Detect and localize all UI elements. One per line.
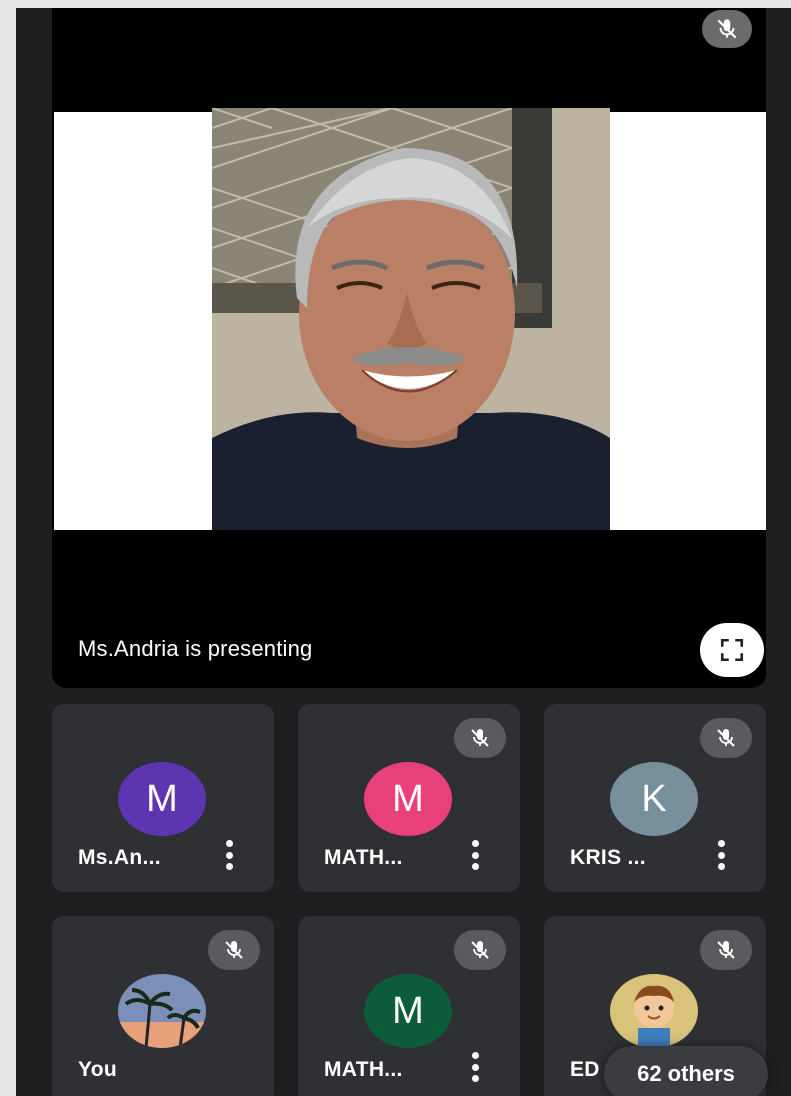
more-options-icon[interactable] <box>468 1048 482 1086</box>
more-options-icon[interactable] <box>468 836 482 874</box>
mic-off-icon <box>702 10 752 48</box>
participant-name: ED <box>570 1058 600 1081</box>
avatar: M <box>364 974 452 1048</box>
participant-tile[interactable]: M Ms.An... <box>52 704 274 892</box>
presentation-stage[interactable]: Ms.Andria is presenting <box>52 8 766 688</box>
fullscreen-icon <box>720 638 744 662</box>
meeting-screen: Ms.Andria is presenting M Ms.An... M MAT… <box>16 8 791 1096</box>
more-options-icon[interactable] <box>222 836 236 874</box>
participant-name: MATH... <box>324 846 403 869</box>
participant-name: Ms.An... <box>78 846 161 869</box>
mic-off-icon <box>208 930 260 970</box>
participant-tile[interactable]: M MATH... <box>298 704 520 892</box>
avatar: M <box>364 762 452 836</box>
avatar <box>118 974 206 1048</box>
mic-off-icon <box>454 718 506 758</box>
participant-name: MATH... <box>324 1058 403 1081</box>
mic-off-icon <box>700 930 752 970</box>
others-chip[interactable]: 62 others <box>604 1046 768 1096</box>
presenting-label: Ms.Andria is presenting <box>78 636 313 661</box>
mic-off-icon <box>700 718 752 758</box>
participant-tile[interactable]: M MATH... <box>298 916 520 1096</box>
avatar <box>610 974 698 1048</box>
participant-tile[interactable]: K KRIS ... <box>544 704 766 892</box>
avatar: M <box>118 762 206 836</box>
mic-off-icon <box>454 930 506 970</box>
participant-name: You <box>78 1058 118 1081</box>
presenter-photo <box>212 108 610 530</box>
participant-tile-you[interactable]: You <box>52 916 274 1096</box>
fullscreen-button[interactable] <box>700 623 764 677</box>
participant-name: KRIS ... <box>570 846 646 869</box>
more-options-icon[interactable] <box>714 836 728 874</box>
avatar: K <box>610 762 698 836</box>
shared-slide <box>54 108 766 530</box>
